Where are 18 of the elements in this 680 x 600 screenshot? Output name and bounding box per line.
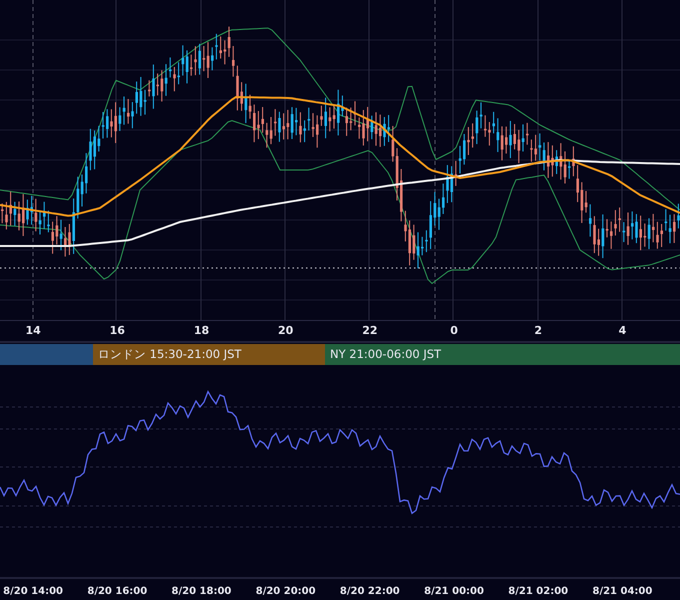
hour-label: 2 (533, 323, 544, 339)
session-bar: ロンドン 15:30-21:00 JST (93, 344, 325, 365)
time-label: 8/21 00:00 (423, 585, 485, 599)
hour-label: 14 (24, 323, 42, 339)
time-label: 8/20 16:00 (86, 585, 148, 599)
hour-label: 16 (108, 323, 126, 339)
session-bar: NY 21:00-06:00 JST (325, 344, 680, 365)
hour-label: 0 (449, 323, 459, 339)
hour-label: 4 (618, 323, 628, 339)
time-label: 8/20 22:00 (338, 585, 401, 599)
time-label: 8/20 18:00 (170, 585, 232, 599)
time-label: 8/21 04:00 (591, 585, 654, 599)
hour-label: 22 (361, 323, 378, 339)
hour-label: 18 (192, 323, 210, 339)
time-label: 8/20 14:00 (2, 585, 64, 599)
hour-label: 20 (277, 323, 294, 339)
time-label: 8/20 20:00 (254, 585, 317, 599)
time-label: 8/21 02:00 (507, 585, 570, 599)
